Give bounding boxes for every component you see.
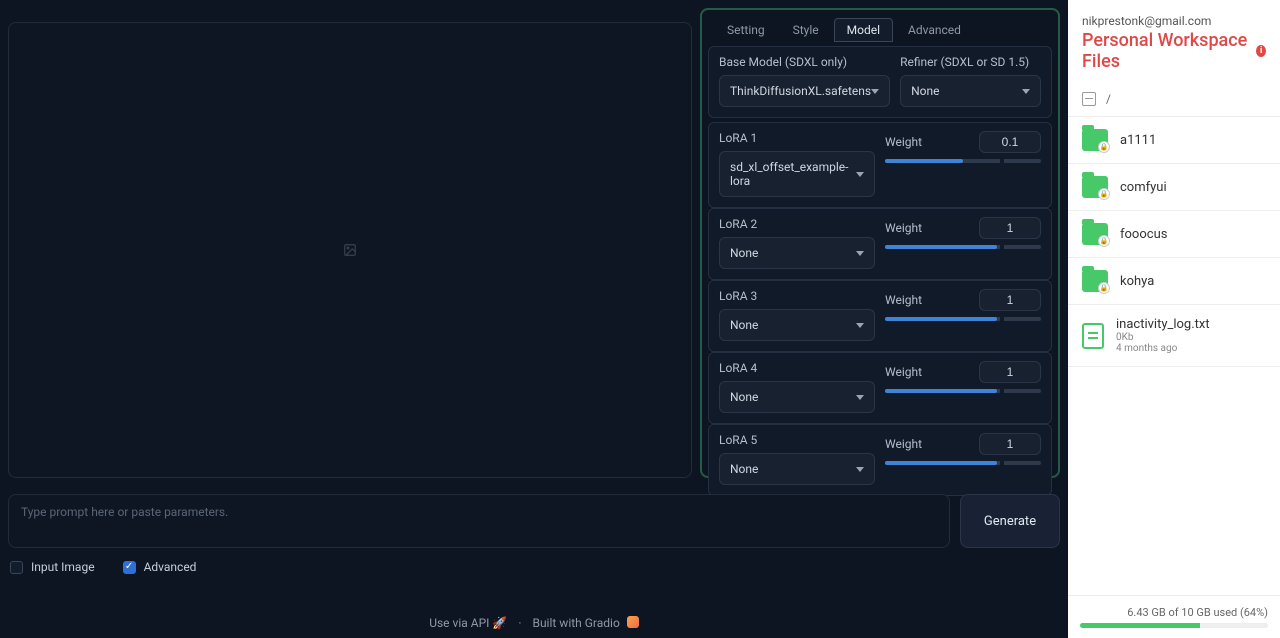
base-model-label: Base Model (SDXL only) [719,55,890,69]
lora-4-weight-slider[interactable] [885,389,1041,393]
file-size: 0Kb [1116,332,1210,343]
built-with-gradio: Built with Gradio [532,616,619,630]
folder-icon: 🔒 [1082,270,1108,292]
chevron-down-icon [856,395,864,400]
folder-name: fooocus [1120,227,1167,242]
refiner-select[interactable]: None [900,75,1041,107]
advanced-checkbox[interactable]: Advanced [123,560,197,574]
refiner-value: None [911,84,939,98]
lora-4-weight-label: Weight [885,365,922,379]
chevron-down-icon [856,467,864,472]
folder-icon: 🔒 [1082,223,1108,245]
lora-2-weight-slider[interactable] [885,245,1041,249]
lora-1-weight-input[interactable] [979,131,1041,153]
folder-name: comfyui [1120,180,1167,195]
lora-1-weight-label: Weight [885,135,922,149]
workspace-title: Personal Workspace Files i [1082,30,1266,72]
file-sidebar: nikprestonk@gmail.com Personal Workspace… [1068,0,1280,638]
lora-5-select[interactable]: None [719,453,875,485]
chevron-down-icon [856,251,864,256]
lora-5-label: LoRA 5 [719,433,875,447]
file-name: inactivity_log.txt [1116,317,1210,332]
tab-setting[interactable]: Setting [714,18,778,42]
tab-advanced[interactable]: Advanced [895,18,974,42]
image-placeholder-icon [343,243,357,257]
tab-model[interactable]: Model [834,18,893,42]
lora-3-value: None [730,318,758,332]
prompt-input[interactable] [8,494,950,548]
breadcrumb[interactable]: / [1068,80,1280,117]
input-image-label: Input Image [31,560,95,574]
storage-bar [1080,623,1268,628]
lora-3-weight-slider[interactable] [885,317,1041,321]
lora-4-weight-input[interactable] [979,361,1041,383]
lora-4-select[interactable]: None [719,381,875,413]
chevron-down-icon [1022,89,1030,94]
lock-icon: 🔒 [1098,235,1110,247]
file-age: 4 months ago [1116,343,1210,354]
text-file-icon [1082,323,1104,349]
lock-icon: 🔒 [1098,188,1110,200]
use-via-api-link[interactable]: Use via API 🚀 [429,616,510,630]
lora-5-weight-input[interactable] [979,433,1041,455]
user-email: nikprestonk@gmail.com [1082,14,1266,28]
lora-3-select[interactable]: None [719,309,875,341]
lora-2-weight-label: Weight [885,221,922,235]
tab-style[interactable]: Style [780,18,832,42]
image-preview[interactable] [8,22,692,478]
lora-4-value: None [730,390,758,404]
footer: Use via API 🚀 · Built with Gradio [8,602,1060,638]
breadcrumb-path: / [1106,92,1111,106]
lock-icon: 🔒 [1098,282,1110,294]
advanced-label: Advanced [144,560,197,574]
lora-4-label: LoRA 4 [719,361,875,375]
disk-icon [1082,92,1096,106]
lora-5-weight-slider[interactable] [885,461,1041,465]
lora-2-label: LoRA 2 [719,217,875,231]
lora-3-weight-input[interactable] [979,289,1041,311]
lora-1-select[interactable]: sd_xl_offset_example-lora [719,151,875,197]
file-row[interactable]: inactivity_log.txt 0Kb 4 months ago [1068,305,1280,367]
chevron-down-icon [856,172,864,177]
lora-2-weight-input[interactable] [979,217,1041,239]
lora-3-weight-label: Weight [885,293,922,307]
settings-panel: Setting Style Model Advanced Base Model … [700,8,1060,478]
lora-3-label: LoRA 3 [719,289,875,303]
folder-name: a1111 [1120,133,1156,148]
folder-row[interactable]: 🔒 a1111 [1068,117,1280,164]
refiner-label: Refiner (SDXL or SD 1.5) [900,55,1041,69]
folder-row[interactable]: 🔒 comfyui [1068,164,1280,211]
lora-2-value: None [730,246,758,260]
folder-icon: 🔒 [1082,176,1108,198]
lora-5-value: None [730,462,758,476]
folder-icon: 🔒 [1082,129,1108,151]
lora-1-value: sd_xl_offset_example-lora [730,160,856,188]
chevron-down-icon [871,89,879,94]
folder-row[interactable]: 🔒 fooocus [1068,211,1280,258]
chevron-down-icon [856,323,864,328]
lock-icon: 🔒 [1098,141,1110,153]
generate-button[interactable]: Generate [960,494,1060,548]
lora-5-weight-label: Weight [885,437,922,451]
folder-name: kohya [1120,274,1154,289]
lora-2-select[interactable]: None [719,237,875,269]
checkbox-checked-icon [123,561,136,574]
checkbox-icon [10,561,23,574]
info-icon[interactable]: i [1256,45,1266,57]
lora-1-label: LoRA 1 [719,131,875,145]
lora-1-weight-slider[interactable] [885,159,1041,163]
base-model-select[interactable]: ThinkDiffusionXL.safetens [719,75,890,107]
storage-text: 6.43 GB of 10 GB used (64%) [1080,606,1268,619]
folder-row[interactable]: 🔒 kohya [1068,258,1280,305]
base-model-value: ThinkDiffusionXL.safetens [730,84,871,98]
gradio-logo-icon [627,616,639,628]
input-image-checkbox[interactable]: Input Image [10,560,95,574]
